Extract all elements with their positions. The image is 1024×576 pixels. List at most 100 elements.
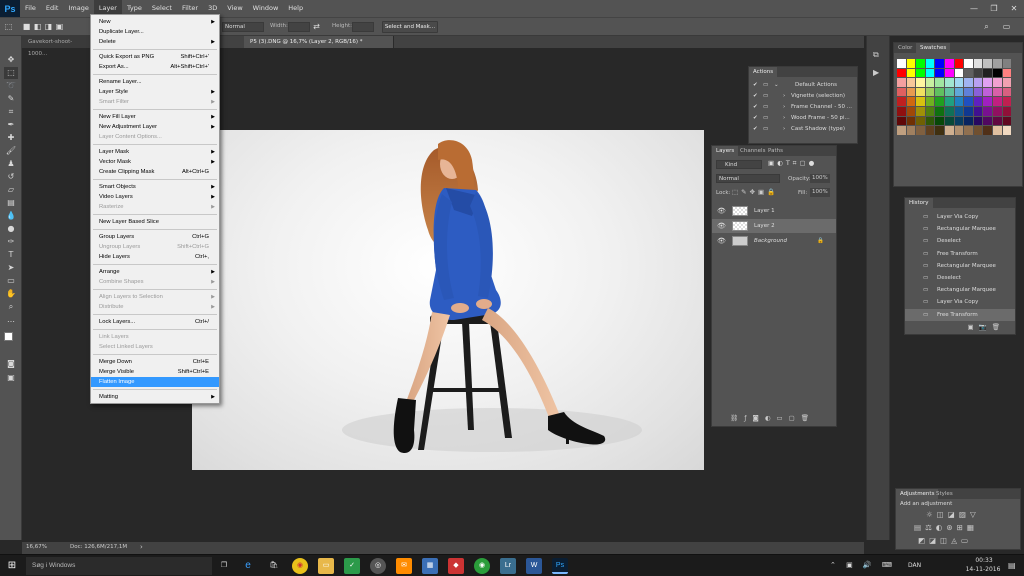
brush-tool-icon[interactable]: 🖌	[4, 145, 18, 157]
move-tool-icon[interactable]: ✥	[4, 54, 18, 66]
color-swatch[interactable]	[973, 59, 983, 68]
crop-tool-icon[interactable]: ⌗	[4, 106, 18, 118]
color-swatch[interactable]	[897, 126, 906, 135]
workspace-icon[interactable]: ▭	[1002, 22, 1011, 32]
app-icon-4[interactable]: ◆	[448, 558, 464, 574]
menu-file[interactable]: File	[20, 0, 41, 17]
history-footer-icons[interactable]: ▣📷🗑	[968, 323, 1006, 331]
menu-item-rename-layer[interactable]: Rename Layer...	[91, 77, 219, 87]
notifications-icon[interactable]: ▤	[1008, 561, 1016, 570]
select-and-mask-button[interactable]: Select and Mask...	[382, 21, 438, 33]
adjustment-icons-row-1[interactable]: ☼◫◪▨▽	[926, 510, 980, 519]
layer-row[interactable]: 👁 Layer 2	[712, 219, 836, 233]
excel-like-icon[interactable]: ✓	[344, 558, 360, 574]
history-row[interactable]: ▭ Layer Via Copy	[905, 296, 1015, 308]
color-swatch[interactable]	[983, 97, 992, 106]
color-swatch[interactable]	[993, 59, 1002, 68]
color-swatch[interactable]	[954, 78, 964, 87]
edge-icon[interactable]: e	[240, 558, 256, 574]
app-icon-3[interactable]: ▦	[422, 558, 438, 574]
color-swatch[interactable]	[964, 87, 973, 97]
chrome-icon[interactable]: ◉	[292, 558, 308, 574]
color-swatch[interactable]	[925, 97, 935, 106]
color-swatch[interactable]	[945, 59, 954, 68]
close-button[interactable]: ✕	[1004, 0, 1024, 17]
fill-field[interactable]: 100%	[810, 188, 830, 197]
check-icon[interactable]: ✔	[753, 123, 758, 135]
color-swatch[interactable]	[964, 59, 973, 68]
menu-edit[interactable]: Edit	[41, 0, 64, 17]
quick-select-tool-icon[interactable]: ✎	[4, 93, 18, 105]
color-swatch[interactable]	[1002, 116, 1012, 126]
stamp-tool-icon[interactable]: ♟	[4, 158, 18, 170]
color-swatch[interactable]	[925, 87, 935, 97]
adjustment-icons-row-3[interactable]: ◩◪◫◬▭	[918, 536, 972, 545]
tab-color[interactable]: Color	[894, 43, 916, 53]
color-swatch[interactable]	[935, 126, 944, 135]
new-selection-icon[interactable]: ■	[22, 22, 31, 32]
color-swatch[interactable]	[906, 68, 916, 78]
color-swatch[interactable]	[954, 68, 964, 78]
color-swatch[interactable]	[993, 107, 1002, 116]
layer-name[interactable]: Layer 2	[754, 219, 775, 233]
menu-item-new[interactable]: New ▶	[91, 17, 219, 27]
eye-icon[interactable]: 👁	[717, 234, 726, 248]
color-swatch[interactable]	[897, 107, 906, 116]
menu-item-vector-mask[interactable]: Vector Mask ▶	[91, 157, 219, 167]
color-swatch[interactable]	[993, 97, 1002, 106]
color-swatch[interactable]	[973, 126, 983, 135]
color-swatch[interactable]	[993, 87, 1002, 97]
color-swatch[interactable]	[945, 68, 954, 78]
taskbar-time[interactable]: 00:33	[966, 557, 1002, 564]
menu-window[interactable]: Window	[248, 0, 284, 17]
history-row[interactable]: ▭ Free Transform	[905, 248, 1015, 260]
color-swatch[interactable]	[935, 116, 944, 126]
color-swatch[interactable]	[935, 87, 944, 97]
app-icon-5[interactable]: ◉	[474, 558, 490, 574]
task-view-icon[interactable]: ❐	[216, 558, 232, 574]
menu-view[interactable]: View	[222, 0, 247, 17]
history-row[interactable]: ▭ Layer Via Copy	[905, 211, 1015, 223]
color-swatch[interactable]	[1002, 126, 1012, 135]
color-swatch[interactable]	[1002, 97, 1012, 106]
language-indicator[interactable]: DAN	[908, 562, 921, 569]
height-field[interactable]	[352, 22, 374, 32]
color-swatch[interactable]	[897, 97, 906, 106]
color-swatch[interactable]	[945, 116, 954, 126]
color-swatch[interactable]	[925, 116, 935, 126]
color-swatch[interactable]	[935, 78, 944, 87]
menu-item-merge-visible[interactable]: Merge Visible Shift+Ctrl+E	[91, 367, 219, 377]
color-swatch[interactable]	[906, 59, 916, 68]
color-swatch[interactable]	[954, 97, 964, 106]
history-row[interactable]: ▭ Rectangular Marquee	[905, 284, 1015, 296]
color-swatch[interactable]	[1002, 68, 1012, 78]
color-swatch[interactable]	[925, 78, 935, 87]
tab-layers[interactable]: Layers	[712, 146, 739, 156]
lock-icons[interactable]: ⬚✎✥▣🔒	[732, 188, 778, 196]
zoom-level[interactable]: 16,67%	[26, 544, 47, 550]
color-swatch[interactable]	[925, 68, 935, 78]
menu-item-quick-export-as-png[interactable]: Quick Export as PNG Shift+Ctrl+'	[91, 52, 219, 62]
maximize-button[interactable]: ❐	[984, 0, 1004, 17]
menu-item-layer-style[interactable]: Layer Style ▶	[91, 87, 219, 97]
menu-item-hide-layers[interactable]: Hide Layers Ctrl+,	[91, 252, 219, 262]
store-icon[interactable]: 🛍	[266, 558, 282, 574]
color-swatch[interactable]	[973, 68, 983, 78]
subtract-selection-icon[interactable]: ◨	[44, 22, 53, 32]
blur-tool-icon[interactable]: 💧	[4, 210, 18, 222]
gradient-tool-icon[interactable]: ▤	[4, 197, 18, 209]
blend-mode-dropdown[interactable]: Normal	[716, 174, 780, 183]
color-swatch[interactable]	[897, 78, 906, 87]
color-swatch[interactable]	[964, 78, 973, 87]
color-swatch[interactable]	[973, 97, 983, 106]
menu-item-duplicate-layer[interactable]: Duplicate Layer...	[91, 27, 219, 37]
color-swatch[interactable]	[935, 107, 944, 116]
color-swatch[interactable]	[993, 68, 1002, 78]
color-swatch[interactable]	[945, 78, 954, 87]
adjustment-icons-row-2[interactable]: ▤⚖◐⊛⊞▦	[914, 523, 978, 532]
layer-row[interactable]: 👁 🔒 Background	[712, 234, 836, 248]
menu-item-smart-objects[interactable]: Smart Objects ▶	[91, 182, 219, 192]
foreground-color-swatch[interactable]	[4, 332, 13, 341]
layer-filter-icons[interactable]: ▣◐T⌗▢●	[768, 159, 817, 168]
color-swatch[interactable]	[973, 116, 983, 126]
